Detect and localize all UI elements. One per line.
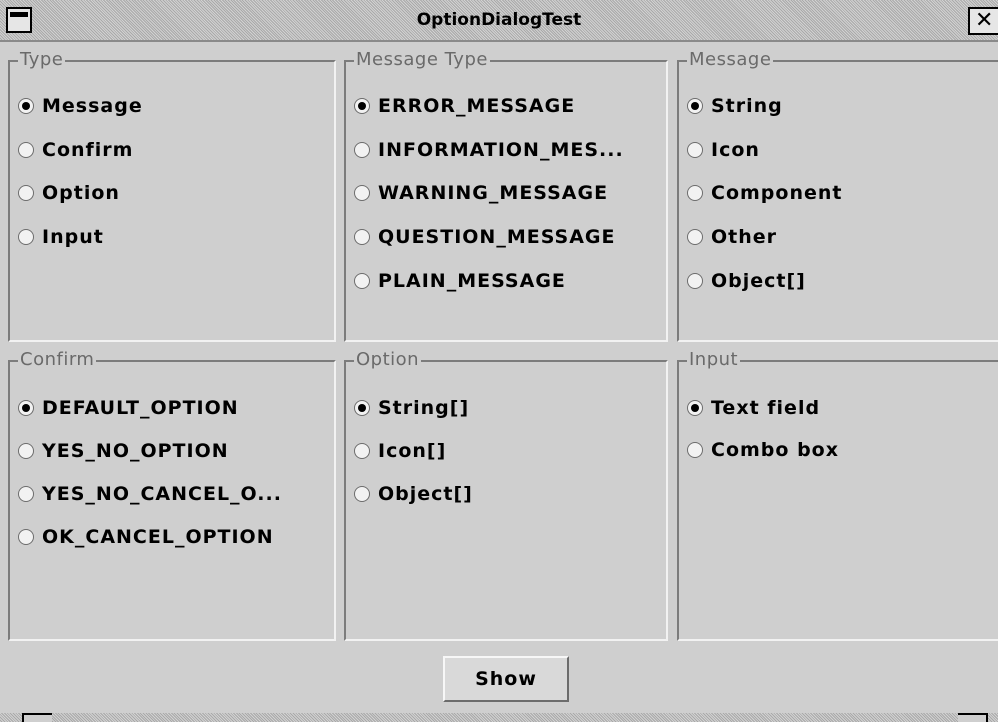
radio-message-component[interactable]: Component — [687, 179, 842, 207]
radio-ok-cancel-option[interactable]: OK_CANCEL_OPTION — [18, 523, 274, 551]
window-menu-icon[interactable] — [6, 7, 32, 33]
option-panel: Option String[] Icon[] Object[] — [344, 350, 668, 641]
radio-button-icon[interactable] — [18, 185, 34, 201]
radio-message-object-array[interactable]: Object[] — [687, 267, 806, 295]
radio-button-icon[interactable] — [687, 400, 703, 416]
resize-handle-right[interactable] — [958, 713, 988, 722]
type-panel: Type Message Confirm Option Input — [8, 50, 336, 342]
input-panel: Input Text field Combo box — [677, 350, 998, 641]
radio-button-icon[interactable] — [18, 400, 34, 416]
radio-button-icon[interactable] — [687, 273, 703, 289]
radio-type-confirm[interactable]: Confirm — [18, 136, 133, 164]
radio-type-message[interactable]: Message — [18, 92, 143, 120]
radio-type-option[interactable]: Option — [18, 179, 120, 207]
radio-default-option[interactable]: DEFAULT_OPTION — [18, 394, 239, 422]
radio-error-message[interactable]: ERROR_MESSAGE — [354, 92, 575, 120]
radio-button-icon[interactable] — [18, 98, 34, 114]
radio-option-string-array[interactable]: String[] — [354, 394, 469, 422]
radio-question-message[interactable]: QUESTION_MESSAGE — [354, 223, 616, 251]
radio-message-string[interactable]: String — [687, 92, 783, 120]
radio-label: QUESTION_MESSAGE — [378, 226, 616, 248]
radio-label: DEFAULT_OPTION — [42, 397, 239, 419]
radio-label: YES_NO_OPTION — [42, 440, 229, 462]
radio-label: OK_CANCEL_OPTION — [42, 526, 274, 548]
show-button[interactable]: Show — [443, 656, 569, 702]
radio-button-icon[interactable] — [18, 486, 34, 502]
radio-button-icon[interactable] — [18, 229, 34, 245]
radio-button-icon[interactable] — [687, 98, 703, 114]
radio-label: Input — [42, 226, 104, 248]
radio-input-text-field[interactable]: Text field — [687, 394, 820, 422]
radio-option-icon-array[interactable]: Icon[] — [354, 437, 446, 465]
radio-label: INFORMATION_MES... — [378, 139, 624, 161]
radio-message-icon[interactable]: Icon — [687, 136, 760, 164]
radio-label: YES_NO_CANCEL_O... — [42, 483, 282, 505]
title-bar[interactable]: OptionDialogTest ✕ — [0, 0, 998, 42]
message-type-panel: Message Type ERROR_MESSAGE INFORMATION_M… — [344, 50, 668, 342]
radio-button-icon[interactable] — [18, 529, 34, 545]
radio-button-icon[interactable] — [687, 229, 703, 245]
radio-message-other[interactable]: Other — [687, 223, 777, 251]
resize-handle-left[interactable] — [22, 713, 52, 722]
radio-yes-no-cancel-option[interactable]: YES_NO_CANCEL_O... — [18, 480, 282, 508]
radio-label: ERROR_MESSAGE — [378, 95, 576, 117]
radio-button-icon[interactable] — [354, 273, 370, 289]
radio-button-icon[interactable] — [687, 142, 703, 158]
radio-label: Object[] — [378, 483, 473, 505]
radio-button-icon[interactable] — [687, 185, 703, 201]
option-dialog-window: OptionDialogTest ✕ Type Message Confirm … — [0, 0, 998, 722]
message-type-panel-title: Message Type — [354, 49, 490, 70]
radio-label: Icon — [711, 139, 760, 161]
radio-label: WARNING_MESSAGE — [378, 182, 609, 204]
input-panel-title: Input — [687, 349, 741, 370]
radio-label: Combo box — [711, 439, 839, 461]
radio-button-icon[interactable] — [354, 185, 370, 201]
confirm-panel: Confirm DEFAULT_OPTION YES_NO_OPTION YES… — [8, 350, 336, 641]
radio-label: Component — [711, 182, 843, 204]
radio-type-input[interactable]: Input — [18, 223, 104, 251]
radio-label: Confirm — [42, 139, 134, 161]
radio-label: Option — [42, 182, 120, 204]
window-title: OptionDialogTest — [416, 10, 582, 30]
message-panel: Message String Icon Component Other Obje… — [677, 50, 998, 342]
radio-option-object-array[interactable]: Object[] — [354, 480, 473, 508]
radio-button-icon[interactable] — [18, 142, 34, 158]
window-menu-bar — [10, 12, 28, 17]
radio-label: Object[] — [711, 270, 806, 292]
radio-button-icon[interactable] — [687, 442, 703, 458]
radio-button-icon[interactable] — [354, 229, 370, 245]
radio-label: Text field — [711, 397, 821, 419]
window-bottom-border[interactable] — [0, 713, 998, 722]
radio-label: String[] — [378, 397, 470, 419]
radio-button-icon[interactable] — [18, 443, 34, 459]
confirm-panel-title: Confirm — [18, 349, 97, 370]
close-icon[interactable]: ✕ — [968, 7, 998, 35]
radio-button-icon[interactable] — [354, 486, 370, 502]
radio-warning-message[interactable]: WARNING_MESSAGE — [354, 179, 608, 207]
radio-button-icon[interactable] — [354, 142, 370, 158]
radio-label: Message — [42, 95, 143, 117]
option-panel-title: Option — [354, 349, 422, 370]
radio-information-message[interactable]: INFORMATION_MES... — [354, 136, 624, 164]
radio-input-combo-box[interactable]: Combo box — [687, 436, 839, 464]
radio-label: Icon[] — [378, 440, 447, 462]
radio-button-icon[interactable] — [354, 443, 370, 459]
radio-label: String — [711, 95, 783, 117]
radio-yes-no-option[interactable]: YES_NO_OPTION — [18, 437, 229, 465]
radio-plain-message[interactable]: PLAIN_MESSAGE — [354, 267, 566, 295]
message-panel-title: Message — [687, 49, 774, 70]
radio-label: Other — [711, 226, 778, 248]
type-panel-title: Type — [18, 49, 66, 70]
radio-label: PLAIN_MESSAGE — [378, 270, 566, 292]
radio-button-icon[interactable] — [354, 98, 370, 114]
radio-button-icon[interactable] — [354, 400, 370, 416]
